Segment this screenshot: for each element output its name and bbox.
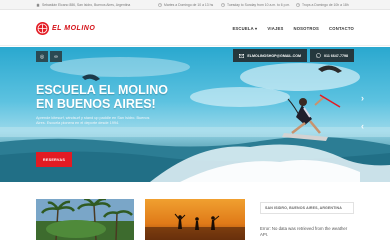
phone-text: 011 6647-7798 [324, 53, 348, 58]
logo-text: EL MOLINO [52, 24, 96, 32]
hero-slider: ◎ ∞ ELMOLINOSHOP@GMAIL.COM 011 6647-7798… [0, 47, 390, 182]
site-logo[interactable]: EL MOLINO [36, 21, 95, 35]
clock-icon [158, 3, 162, 7]
clock-icon [221, 3, 225, 7]
hero-title: ESCUELA EL MOLINO EN BUENOS AIRES! [36, 83, 168, 111]
hero-contact-bar: ELMOLINOSHOP@GMAIL.COM 011 6647-7798 [233, 49, 354, 62]
email-text: ELMOLINOSHOP@GMAIL.COM [247, 53, 302, 58]
windmill-logo-icon [36, 21, 49, 35]
address-text: Sebastián Elcano 886, San Isidro, Buenos… [42, 3, 131, 7]
tripadvisor-icon[interactable]: ∞ [50, 51, 62, 62]
hours-extra-text: Trops a Domingo de 10h a 18h [302, 3, 349, 7]
site-header: EL MOLINO ESCUELA ▾ VIAJES NOSOTROS CONT… [0, 10, 390, 46]
instagram-icon[interactable]: ◎ [36, 51, 48, 62]
hours-evening-info: Tuesday to Sunday from 10 a.m. to 6 p.m. [221, 0, 290, 10]
envelope-icon [239, 53, 245, 58]
top-info-bar: Sebastián Elcano 886, San Isidro, Buenos… [0, 0, 390, 10]
phone-pill[interactable]: 011 6647-7798 [310, 49, 354, 62]
nav-item-viajes[interactable]: VIAJES [267, 26, 283, 31]
email-pill[interactable]: ELMOLINOSHOP@GMAIL.COM [233, 49, 308, 62]
weather-error-message: Error: No data was retrieved from the we… [260, 226, 348, 237]
nav-item-nosotros[interactable]: NOSOTROS [293, 26, 319, 31]
hours-extra-info: Trops a Domingo de 10h a 18h [296, 0, 349, 10]
social-links: ◎ ∞ [36, 51, 62, 62]
sunset-beach-image[interactable] [145, 199, 245, 240]
nav-item-contacto[interactable]: CONTACTO [329, 26, 354, 31]
hours-text: Martes a Domingo de 10 a 13 hs [164, 3, 214, 7]
hero-description: Aprende kitesurf, windsurf y stand up pa… [36, 116, 150, 126]
address-info: Sebastián Elcano 886, San Isidro, Buenos… [36, 0, 130, 10]
weather-location-header: SAN ISIDRO, BUENOS AIRES, ARGENTINA [260, 202, 354, 214]
reservas-button[interactable]: RESERVAS [36, 152, 72, 167]
home-icon [36, 3, 40, 7]
hours-evening-text: Tuesday to Sunday from 10 a.m. to 6 p.m. [227, 3, 291, 7]
lower-content: SAN ISIDRO, BUENOS AIRES, ARGENTINA Erro… [0, 182, 390, 240]
clock-icon [296, 3, 300, 7]
slider-next-arrow-icon[interactable]: › [361, 93, 364, 103]
palm-trees-image[interactable] [36, 199, 134, 240]
whatsapp-icon [316, 53, 321, 58]
slider-prev-arrow-icon[interactable]: ‹ [361, 121, 364, 131]
main-nav: ESCUELA ▾ VIAJES NOSOTROS CONTACTO [232, 23, 354, 33]
hours-info: Martes a Domingo de 10 a 13 hs [158, 0, 213, 10]
nav-item-escuela[interactable]: ESCUELA ▾ [232, 26, 257, 31]
